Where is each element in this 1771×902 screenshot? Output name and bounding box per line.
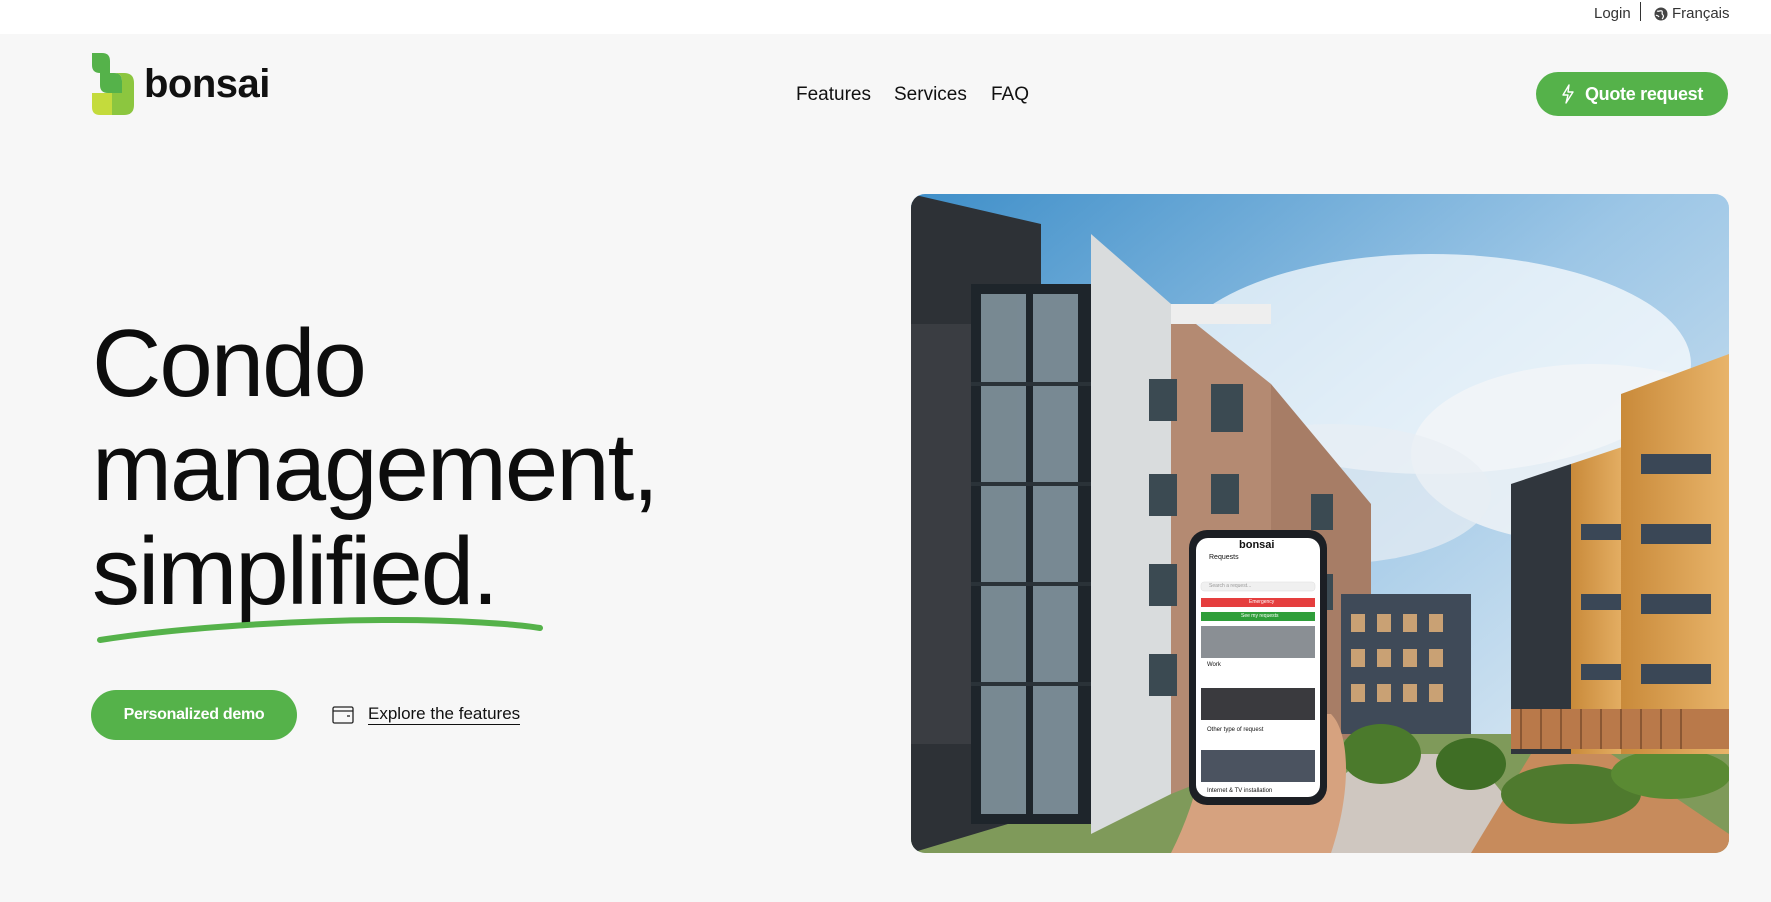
language-label: Français [1672,5,1730,22]
hero-headline-line-1: Condo [92,310,367,417]
phone-card-label-3: Internet & TV installation [1207,788,1273,794]
phone-see-requests-label: See my requests [1241,613,1279,619]
phone-emergency-label: Emergency [1249,599,1275,605]
nav-services[interactable]: Services [894,84,967,106]
phone-screen-title: Requests [1209,554,1239,561]
personalized-demo-label: Personalized demo [123,706,265,723]
phone-card-label-2: Other type of request [1207,727,1264,733]
globe-icon [1654,7,1668,21]
phone-brand: bonsai [1239,539,1275,551]
explore-features-link[interactable]: Explore the features [332,704,521,725]
nav-faq[interactable]: FAQ [991,84,1029,106]
explore-features-label: Explore the features [368,704,521,725]
phone-card-label-1: Work [1207,662,1221,668]
brand-logo[interactable]: bonsai [92,53,270,115]
hero-headline-line-2: management, [92,414,659,521]
quote-request-button[interactable]: Quote request [1536,72,1728,116]
bonsai-logo-icon [92,53,134,115]
login-link[interactable]: Login [1594,4,1631,24]
phone-search-input: Search a request... [1209,583,1252,589]
nav-features[interactable]: Features [796,84,871,106]
headline-underline [97,616,543,643]
language-switcher[interactable]: Français [1654,4,1730,24]
top-utility-bar: Login Français [0,0,1771,34]
lightning-icon [1562,84,1574,104]
topbar-divider [1640,2,1641,21]
quote-request-label: Quote request [1584,83,1704,104]
hero-image: bonsai Requests Search a request... Emer… [911,194,1729,853]
hero-headline: Condo management, simplified. [92,310,659,624]
window-icon [332,705,354,724]
personalized-demo-button[interactable]: Personalized demo [91,690,297,740]
hero-illustration [911,194,1729,853]
brand-name: bonsai [144,62,270,106]
